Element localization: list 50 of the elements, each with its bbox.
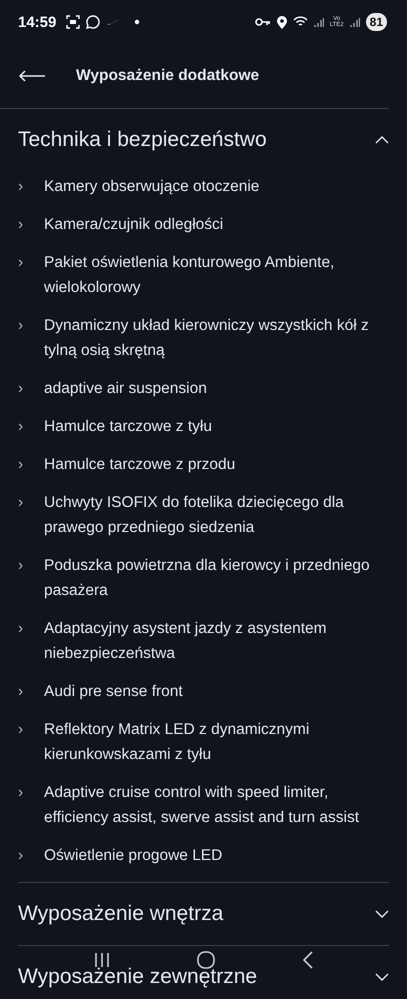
- equipment-item: Reflektory Matrix LED z dynamicznymi kierunkowskazami z tyłu: [44, 720, 310, 764]
- bullet-mark: ›: [18, 214, 24, 234]
- signal-icon: [314, 16, 324, 28]
- section-title: Technika i bezpieczeństwo: [18, 128, 267, 152]
- chat-icon: [86, 15, 100, 29]
- swoosh-icon: [106, 18, 120, 26]
- wifi-icon: [292, 16, 308, 28]
- section-header[interactable]: Wyposażenie zewnętrzne: [18, 946, 389, 999]
- equipment-item: Audi pre sense front: [44, 682, 184, 702]
- back-icon[interactable]: [302, 951, 314, 969]
- section-title: Wyposażenie wnętrza: [18, 902, 224, 926]
- status-time: 14:59: [18, 14, 56, 30]
- bullet-mark: ›: [18, 846, 24, 866]
- battery-level: 81: [366, 13, 387, 31]
- dot-icon: [134, 19, 140, 25]
- bullet-mark: ›: [18, 252, 24, 272]
- bullet-mark: ›: [18, 682, 24, 702]
- section-header[interactable]: Wyposażenie wnętrza: [18, 883, 389, 945]
- bullet-mark: ›: [18, 416, 24, 436]
- bullet-mark: ›: [18, 556, 24, 576]
- section-header[interactable]: Technika i bezpieczeństwo: [18, 109, 389, 171]
- bullet-mark: ›: [18, 378, 24, 398]
- equipment-item: Kamera/czujnik odległości: [44, 214, 224, 234]
- bullet-mark: ›: [18, 782, 24, 802]
- equipment-item: Adaptacyjny asystent jazdy z asystentem niebezpieczeństwa: [44, 618, 328, 664]
- recent-apps-icon[interactable]: [92, 951, 111, 969]
- bullet-mark: ›: [18, 316, 24, 336]
- equipment-item: Poduszka powietrzna dla kierowcy i przedniego pasażera: [44, 556, 371, 600]
- equipment-item: Hamulce tarczowe z przodu: [44, 454, 236, 474]
- screenshot-icon: [66, 15, 80, 29]
- equipment-item: Kamery obserwujące otoczenie: [44, 176, 260, 196]
- bullet-mark: ›: [18, 618, 24, 638]
- bullet-mark: ›: [18, 176, 24, 196]
- equipment-item: Oświetlenie progowe LED: [44, 846, 224, 866]
- signal-icon: [350, 16, 360, 28]
- equipment-item: Adaptive cruise control with speed limiter, efficiency assist, swerve assist and turn assist: [44, 782, 360, 828]
- page-title: Wyposażenie dodatkowe: [76, 67, 260, 85]
- key-icon: [254, 17, 271, 27]
- home-icon[interactable]: [196, 950, 216, 970]
- bullet-mark: ›: [18, 492, 24, 512]
- location-icon: [276, 16, 287, 28]
- bullet-mark: ›: [18, 454, 24, 474]
- equipment-item: Pakiet oświetlenia konturowego Ambiente, wielokolorowy: [44, 252, 336, 298]
- equipment-item: Hamulce tarczowe z tyłu: [44, 416, 213, 436]
- back-arrow-icon[interactable]: [18, 70, 46, 82]
- equipment-item: adaptive air suspension: [44, 378, 208, 398]
- equipment-item: Uchwyty ISOFIX do fotelika dziecięcego dla prawego przedniego siedzenia: [44, 492, 345, 538]
- bullet-mark: ›: [18, 720, 24, 740]
- equipment-item: Dynamiczny układ kierowniczy wszystkich kół z tylną osią skrętną: [44, 316, 370, 360]
- section-title: Wyposażenie zewnętrzne: [18, 965, 258, 989]
